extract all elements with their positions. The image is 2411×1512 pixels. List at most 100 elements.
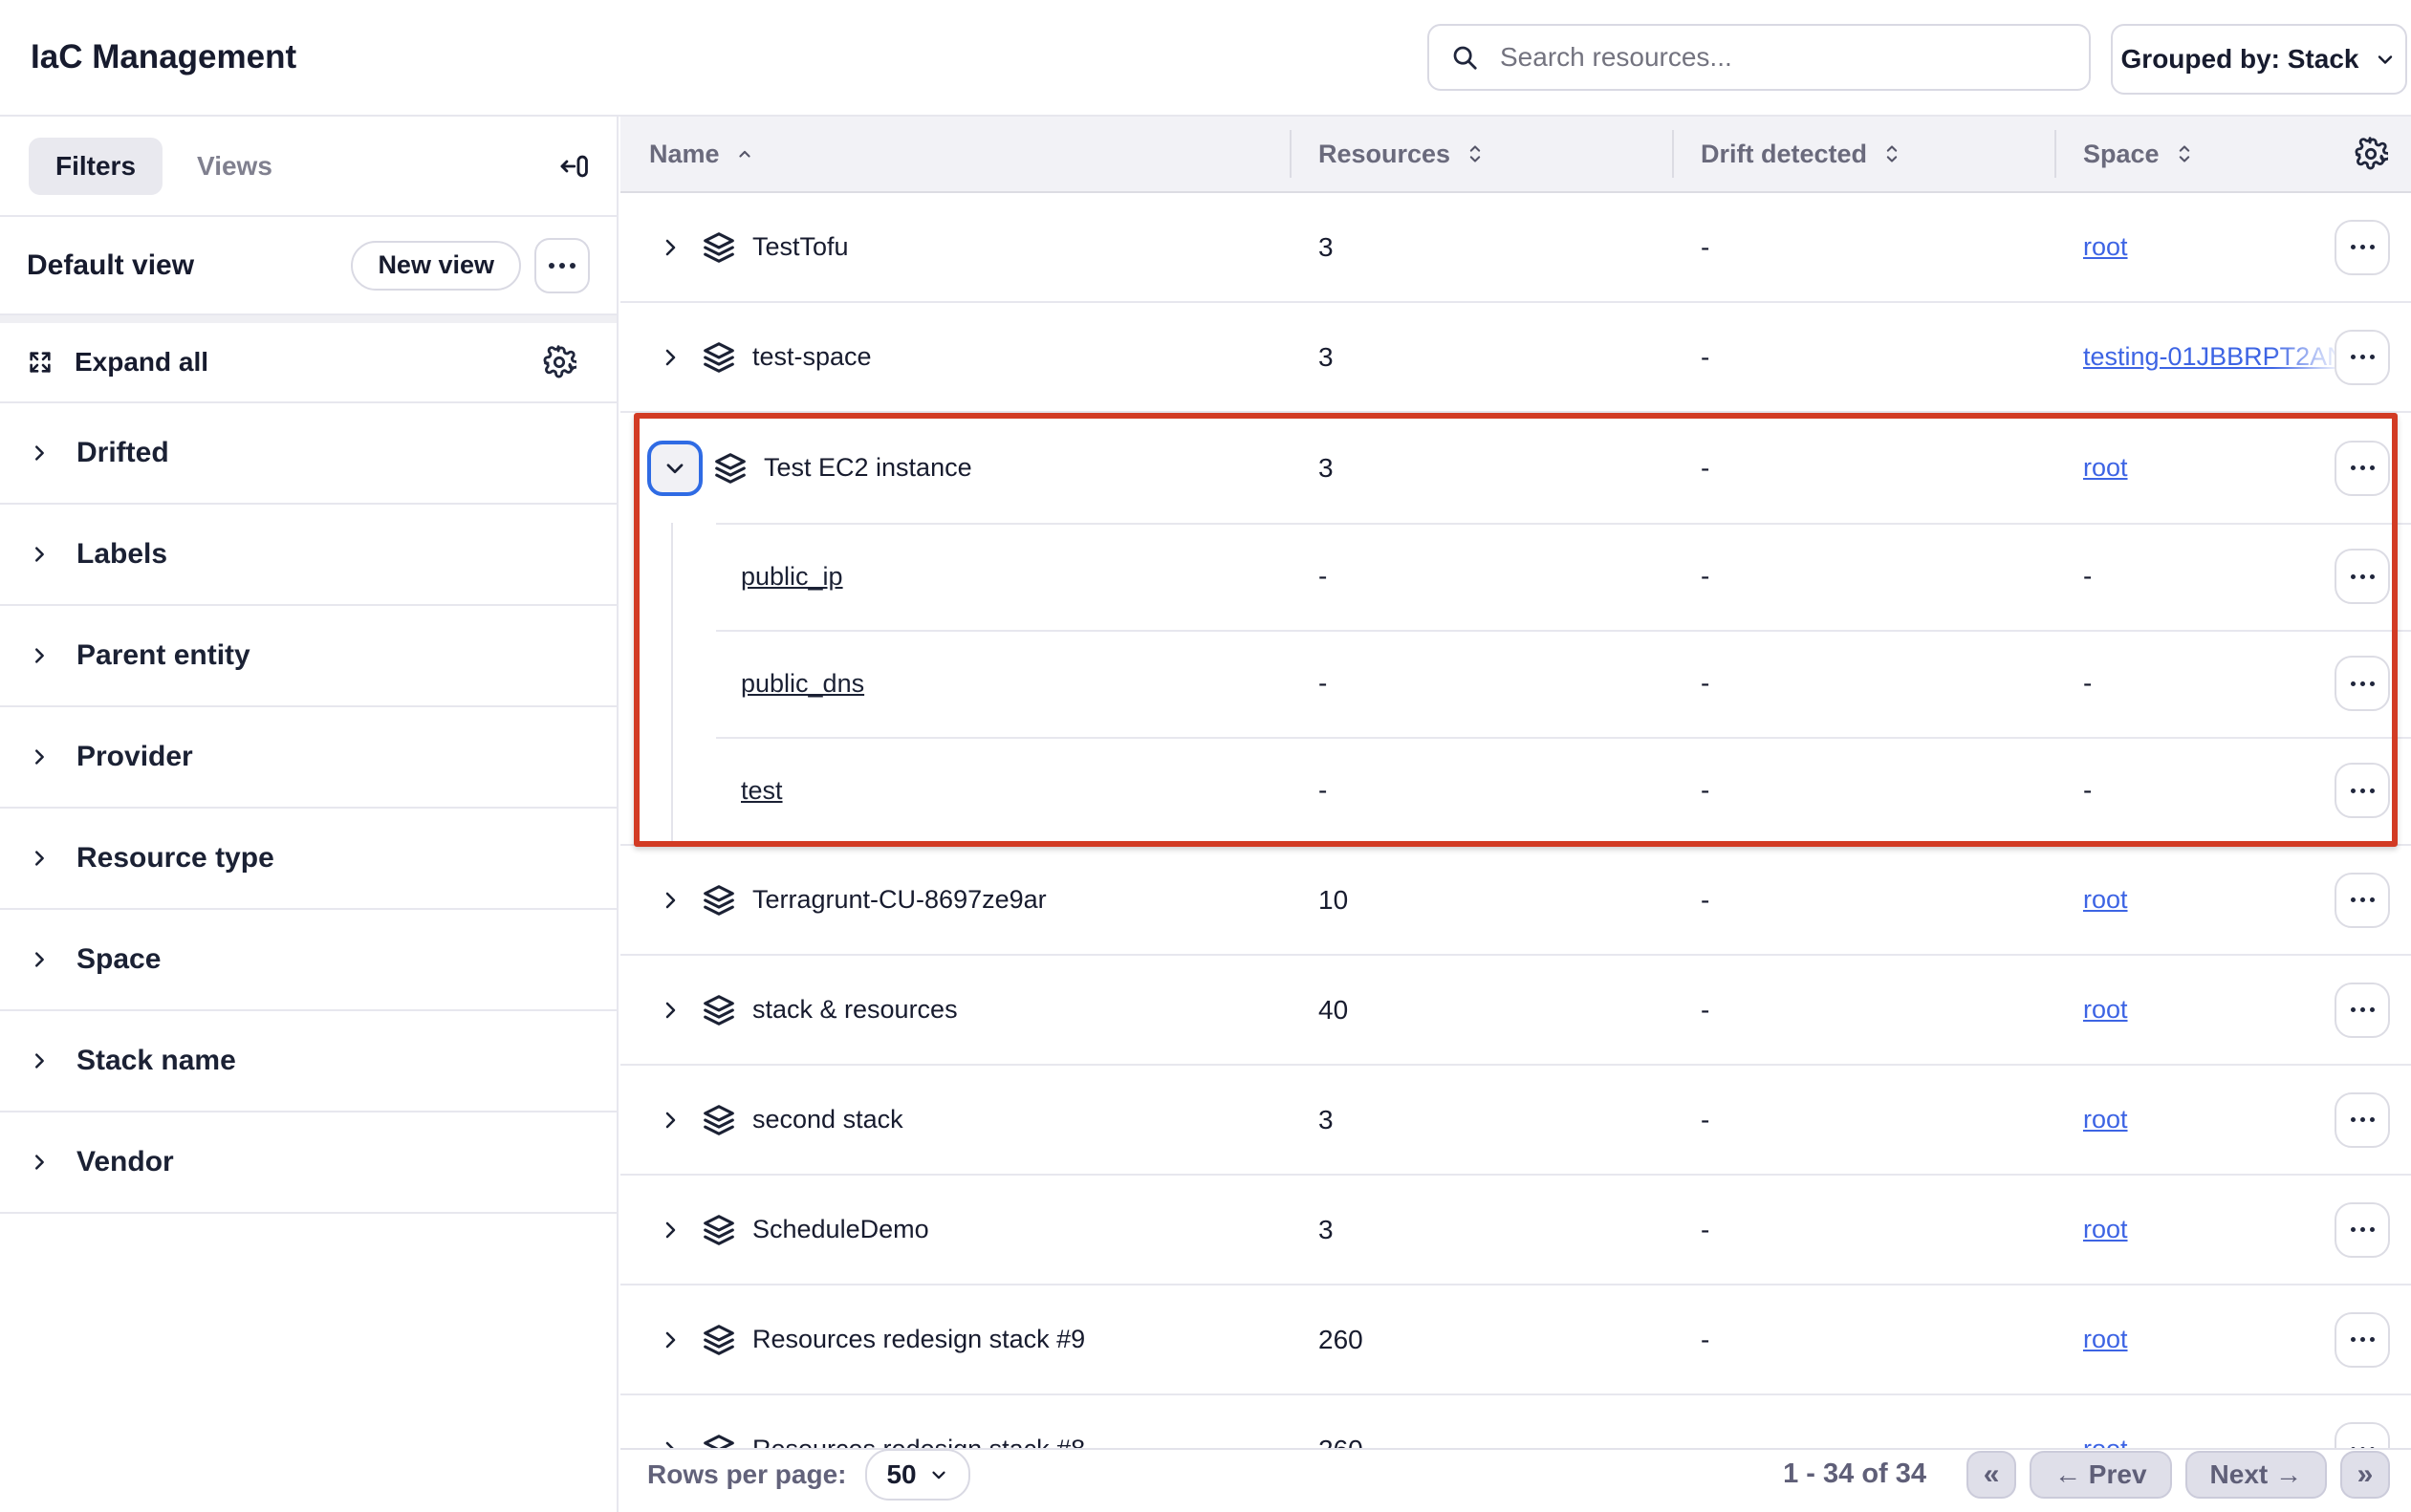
row-menu-button[interactable]	[2335, 549, 2390, 604]
resources-table: Name Resources Drift detected Space Test…	[620, 117, 2411, 1512]
rows-per-page-select[interactable]: 50	[865, 1449, 969, 1501]
expand-row-button[interactable]	[649, 236, 691, 259]
row-menu-button[interactable]	[2335, 1312, 2390, 1368]
expand-all-label: Expand all	[75, 347, 208, 378]
chevron-right-icon	[29, 544, 50, 565]
space-link[interactable]: root	[2083, 1105, 2128, 1134]
row-menu-button[interactable]	[2335, 441, 2390, 496]
drift-detected-value: -	[1672, 561, 2054, 592]
column-header-name[interactable]: Name	[620, 117, 1290, 191]
filter-item-labels[interactable]: Labels	[0, 505, 617, 606]
column-header-drift-detected[interactable]: Drift detected	[1672, 117, 2054, 191]
stack-name[interactable]: second stack	[752, 1105, 903, 1134]
expand-all-row[interactable]: Expand all	[0, 323, 617, 403]
space-link[interactable]: root	[2083, 1435, 2128, 1448]
stack-row: Resources redesign stack #9 260 - root	[620, 1285, 2411, 1395]
search-input[interactable]	[1498, 41, 2068, 74]
pagination-range: 1 - 34 of 34	[1783, 1458, 1926, 1490]
drift-detected-value: -	[1672, 1215, 2054, 1245]
tab-views[interactable]: Views	[197, 151, 272, 182]
expand-row-button[interactable]	[649, 1109, 691, 1132]
expand-row-button[interactable]	[649, 1328, 691, 1351]
row-menu-button[interactable]	[2335, 1092, 2390, 1148]
stack-name[interactable]: Terragrunt-CU-8697ze9ar	[752, 885, 1047, 915]
filter-item-stack-name[interactable]: Stack name	[0, 1011, 617, 1112]
drift-detected-value: -	[1672, 668, 2054, 699]
stack-name[interactable]: test-space	[752, 342, 872, 372]
space-link[interactable]: root	[2083, 232, 2128, 262]
tree-indent-line	[671, 523, 673, 844]
row-menu-button[interactable]	[2335, 330, 2390, 385]
stack-layers-icon	[701, 229, 737, 266]
filter-label: Resource type	[76, 842, 274, 875]
resources-count: 260	[1290, 1435, 1672, 1449]
expand-row-button[interactable]	[649, 889, 691, 912]
filter-label: Provider	[76, 741, 193, 773]
sort-toggle-icon	[1466, 142, 1485, 165]
row-menu-button[interactable]	[2335, 1422, 2390, 1449]
grouped-by-button[interactable]: Grouped by: Stack	[2111, 24, 2407, 95]
collapse-sidebar-button[interactable]	[557, 150, 590, 183]
expand-row-button[interactable]	[649, 1219, 691, 1242]
expand-row-button[interactable]	[649, 1438, 691, 1449]
resources-count: 10	[1290, 885, 1672, 916]
pagination-last-button[interactable]: »	[2340, 1451, 2390, 1499]
expand-row-button[interactable]	[649, 999, 691, 1022]
row-menu-button[interactable]	[2335, 983, 2390, 1038]
space-link[interactable]: root	[2083, 885, 2128, 915]
drift-detected-value: -	[1672, 1435, 2054, 1449]
resource-name-link[interactable]: test	[741, 776, 783, 806]
column-header-resources[interactable]: Resources	[1290, 117, 1672, 191]
row-menu-button[interactable]	[2335, 763, 2390, 818]
space-link[interactable]: root	[2083, 453, 2128, 483]
column-label: Drift detected	[1701, 140, 1867, 169]
filter-item-parent-entity[interactable]: Parent entity	[0, 606, 617, 707]
row-menu-button[interactable]	[2335, 873, 2390, 928]
drift-detected-value: -	[1672, 342, 2054, 373]
expand-row-button[interactable]	[649, 346, 691, 369]
new-view-button[interactable]: New view	[351, 241, 521, 291]
space-link[interactable]: root	[2083, 995, 2128, 1025]
filter-settings-gear-icon[interactable]	[542, 345, 576, 379]
collapse-row-button[interactable]	[647, 441, 703, 496]
table-header-row: Name Resources Drift detected Space	[620, 117, 2411, 193]
row-menu-button[interactable]	[2335, 1202, 2390, 1258]
filter-item-provider[interactable]: Provider	[0, 707, 617, 809]
column-settings-gear-icon[interactable]	[2354, 137, 2388, 171]
resources-count: 260	[1290, 1325, 1672, 1355]
resource-name-link[interactable]: public_dns	[741, 669, 864, 699]
space-link[interactable]: root	[2083, 1325, 2128, 1354]
drift-detected-value: -	[1672, 1105, 2054, 1135]
stack-layers-icon	[712, 450, 749, 486]
column-label: Space	[2083, 140, 2160, 169]
view-name: Default view	[27, 249, 337, 282]
stack-row: Terragrunt-CU-8697ze9ar 10 - root	[620, 846, 2411, 956]
drift-detected-value: -	[1672, 775, 2054, 806]
tab-filters[interactable]: Filters	[29, 138, 163, 195]
search-box[interactable]	[1427, 24, 2091, 91]
view-more-button[interactable]	[534, 238, 590, 293]
filter-item-space[interactable]: Space	[0, 910, 617, 1011]
stack-name[interactable]: Resources redesign stack #9	[752, 1325, 1085, 1354]
filter-item-resource-type[interactable]: Resource type	[0, 809, 617, 910]
sidebar-tabs: Filters Views	[0, 117, 617, 217]
pagination-prev-button[interactable]: ← Prev	[2030, 1451, 2172, 1499]
stack-name[interactable]: ScheduleDemo	[752, 1215, 929, 1244]
pagination-first-button[interactable]: «	[1966, 1451, 2016, 1499]
resource-name-link[interactable]: public_ip	[741, 562, 843, 592]
stack-name[interactable]: Test EC2 instance	[764, 453, 972, 483]
space-link[interactable]: root	[2083, 1215, 2128, 1244]
space-link[interactable]: testing-01JBBRPT2AN	[2083, 342, 2346, 372]
row-menu-button[interactable]	[2335, 656, 2390, 711]
filter-item-vendor[interactable]: Vendor	[0, 1112, 617, 1214]
stack-name[interactable]: stack & resources	[752, 995, 958, 1025]
filter-item-drifted[interactable]: Drifted	[0, 403, 617, 505]
row-menu-button[interactable]	[2335, 220, 2390, 275]
pagination-next-button[interactable]: Next →	[2185, 1451, 2327, 1499]
stack-name[interactable]: Resources redesign stack #8	[752, 1435, 1085, 1448]
stack-row: TestTofu 3 - root	[620, 193, 2411, 303]
stack-row: ScheduleDemo 3 - root	[620, 1176, 2411, 1285]
stack-name[interactable]: TestTofu	[752, 232, 849, 262]
resources-count: 3	[1290, 453, 1672, 484]
space-empty-value: -	[2083, 775, 2092, 806]
